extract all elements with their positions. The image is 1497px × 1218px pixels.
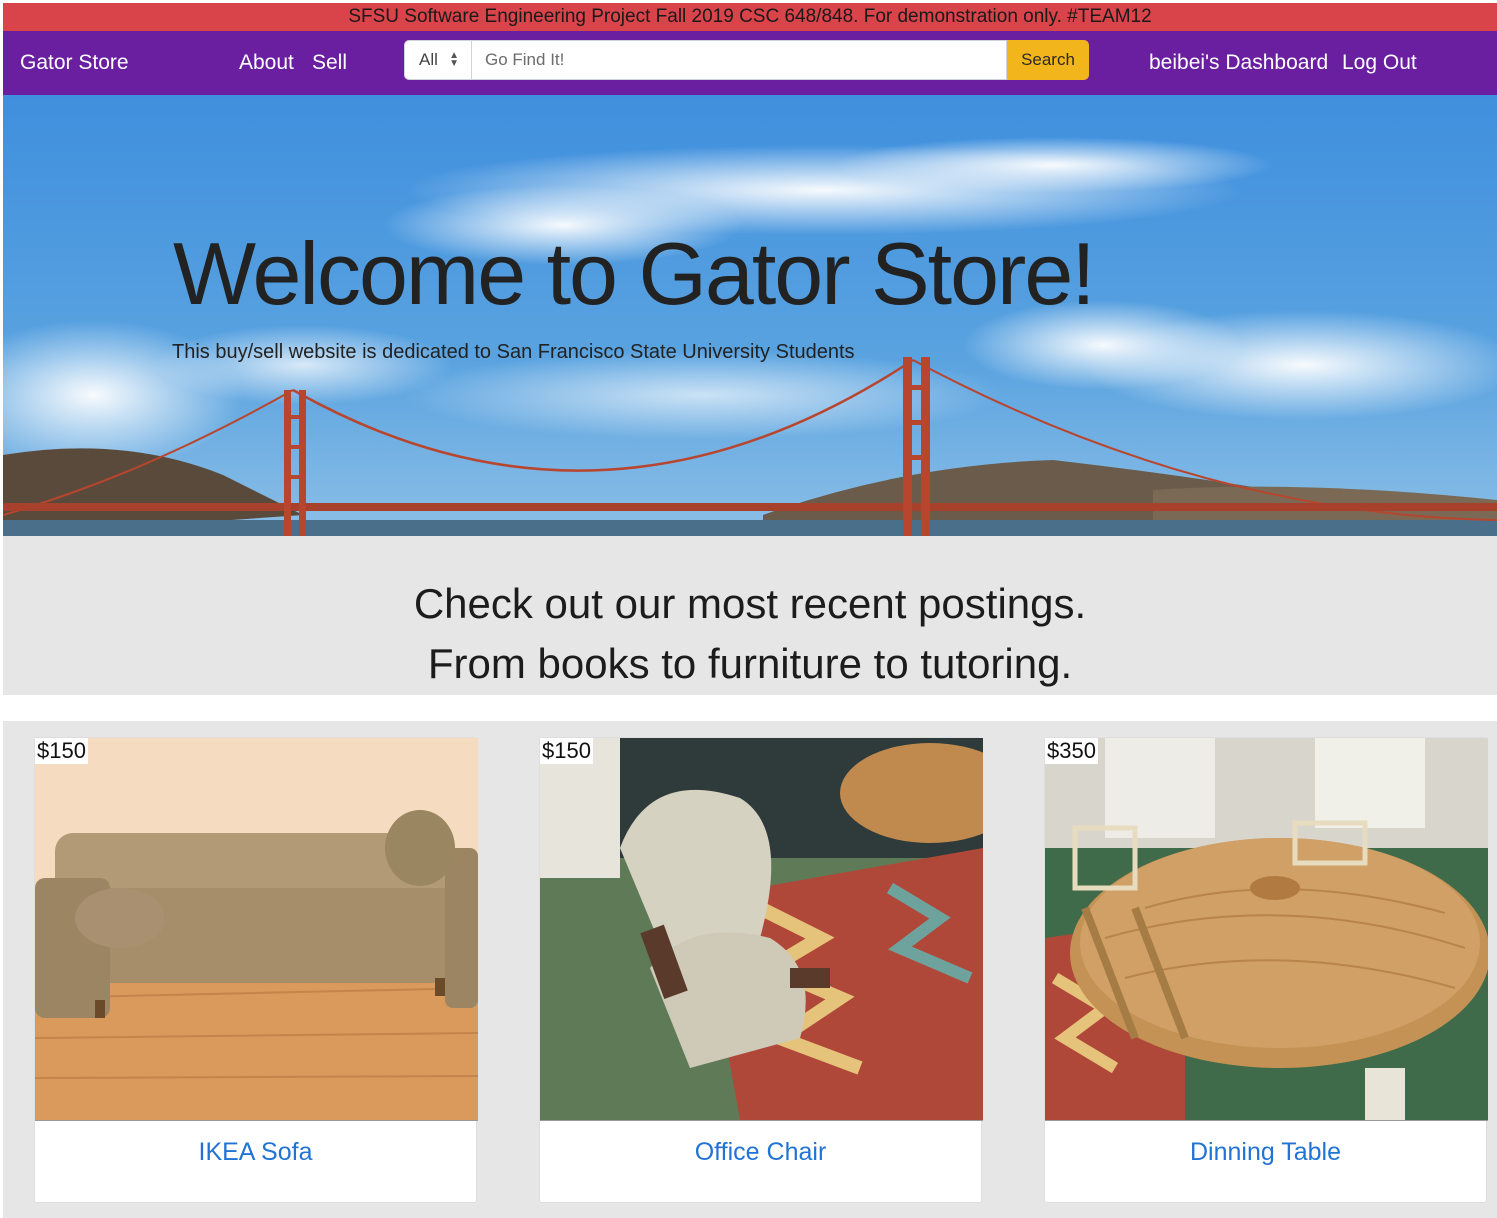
recent-postings-line1: Check out our most recent postings.	[413, 580, 1087, 627]
recent-postings-line2: From books to furniture to tutoring.	[427, 640, 1073, 687]
nav-dashboard-link[interactable]: beibei's Dashboard	[1149, 51, 1328, 75]
listing-image[interactable]: $150	[540, 738, 983, 1121]
category-select-value: All	[419, 50, 438, 69]
table-photo	[1045, 738, 1488, 1120]
sofa-photo	[35, 738, 478, 1120]
search-bar: All ▲▼ Search	[404, 40, 1089, 80]
recent-postings-header: Check out our most recent postings. From…	[3, 536, 1497, 695]
hero-section: Welcome to Gator Store! This buy/sell we…	[3, 95, 1497, 536]
listings-grid: $150 IKEA Sofa $150 Office Chair $350 Di…	[3, 721, 1497, 1218]
chair-photo	[540, 738, 983, 1120]
demo-banner: SFSU Software Engineering Project Fall 2…	[3, 3, 1497, 31]
category-select[interactable]: All ▲ ▼	[404, 40, 472, 80]
listing-title-link[interactable]: IKEA Sofa	[35, 1138, 476, 1167]
select-caret-icon: ▲ ▼	[449, 50, 459, 69]
listing-card[interactable]: $150 Office Chair	[539, 737, 983, 1203]
brand-link[interactable]: Gator Store	[20, 51, 129, 75]
nav-logout-link[interactable]: Log Out	[1342, 51, 1417, 75]
hero-subtitle: This buy/sell website is dedicated to Sa…	[172, 341, 855, 363]
listing-image[interactable]: $150	[35, 738, 478, 1121]
search-button[interactable]: Search	[1007, 40, 1089, 80]
nav-sell-link[interactable]: Sell	[312, 51, 347, 75]
hero-title: Welcome to Gator Store!	[173, 224, 1096, 323]
demo-banner-text: SFSU Software Engineering Project Fall 2…	[348, 6, 1152, 27]
search-input[interactable]	[472, 40, 1007, 80]
listing-price: $150	[540, 738, 593, 764]
listing-title-link[interactable]: Office Chair	[540, 1138, 981, 1167]
listing-card[interactable]: $150 IKEA Sofa	[34, 737, 478, 1203]
navbar: Gator Store About Sell All ▲▼ Search bei…	[3, 31, 1497, 95]
listing-price: $150	[35, 738, 88, 764]
listing-card[interactable]: $350 Dinning Table	[1044, 737, 1488, 1203]
page: SFSU Software Engineering Project Fall 2…	[3, 3, 1497, 1218]
nav-about-link[interactable]: About	[239, 51, 294, 75]
listing-price: $350	[1045, 738, 1098, 764]
listing-image[interactable]: $350	[1045, 738, 1488, 1121]
listing-title-link[interactable]: Dinning Table	[1045, 1138, 1486, 1167]
